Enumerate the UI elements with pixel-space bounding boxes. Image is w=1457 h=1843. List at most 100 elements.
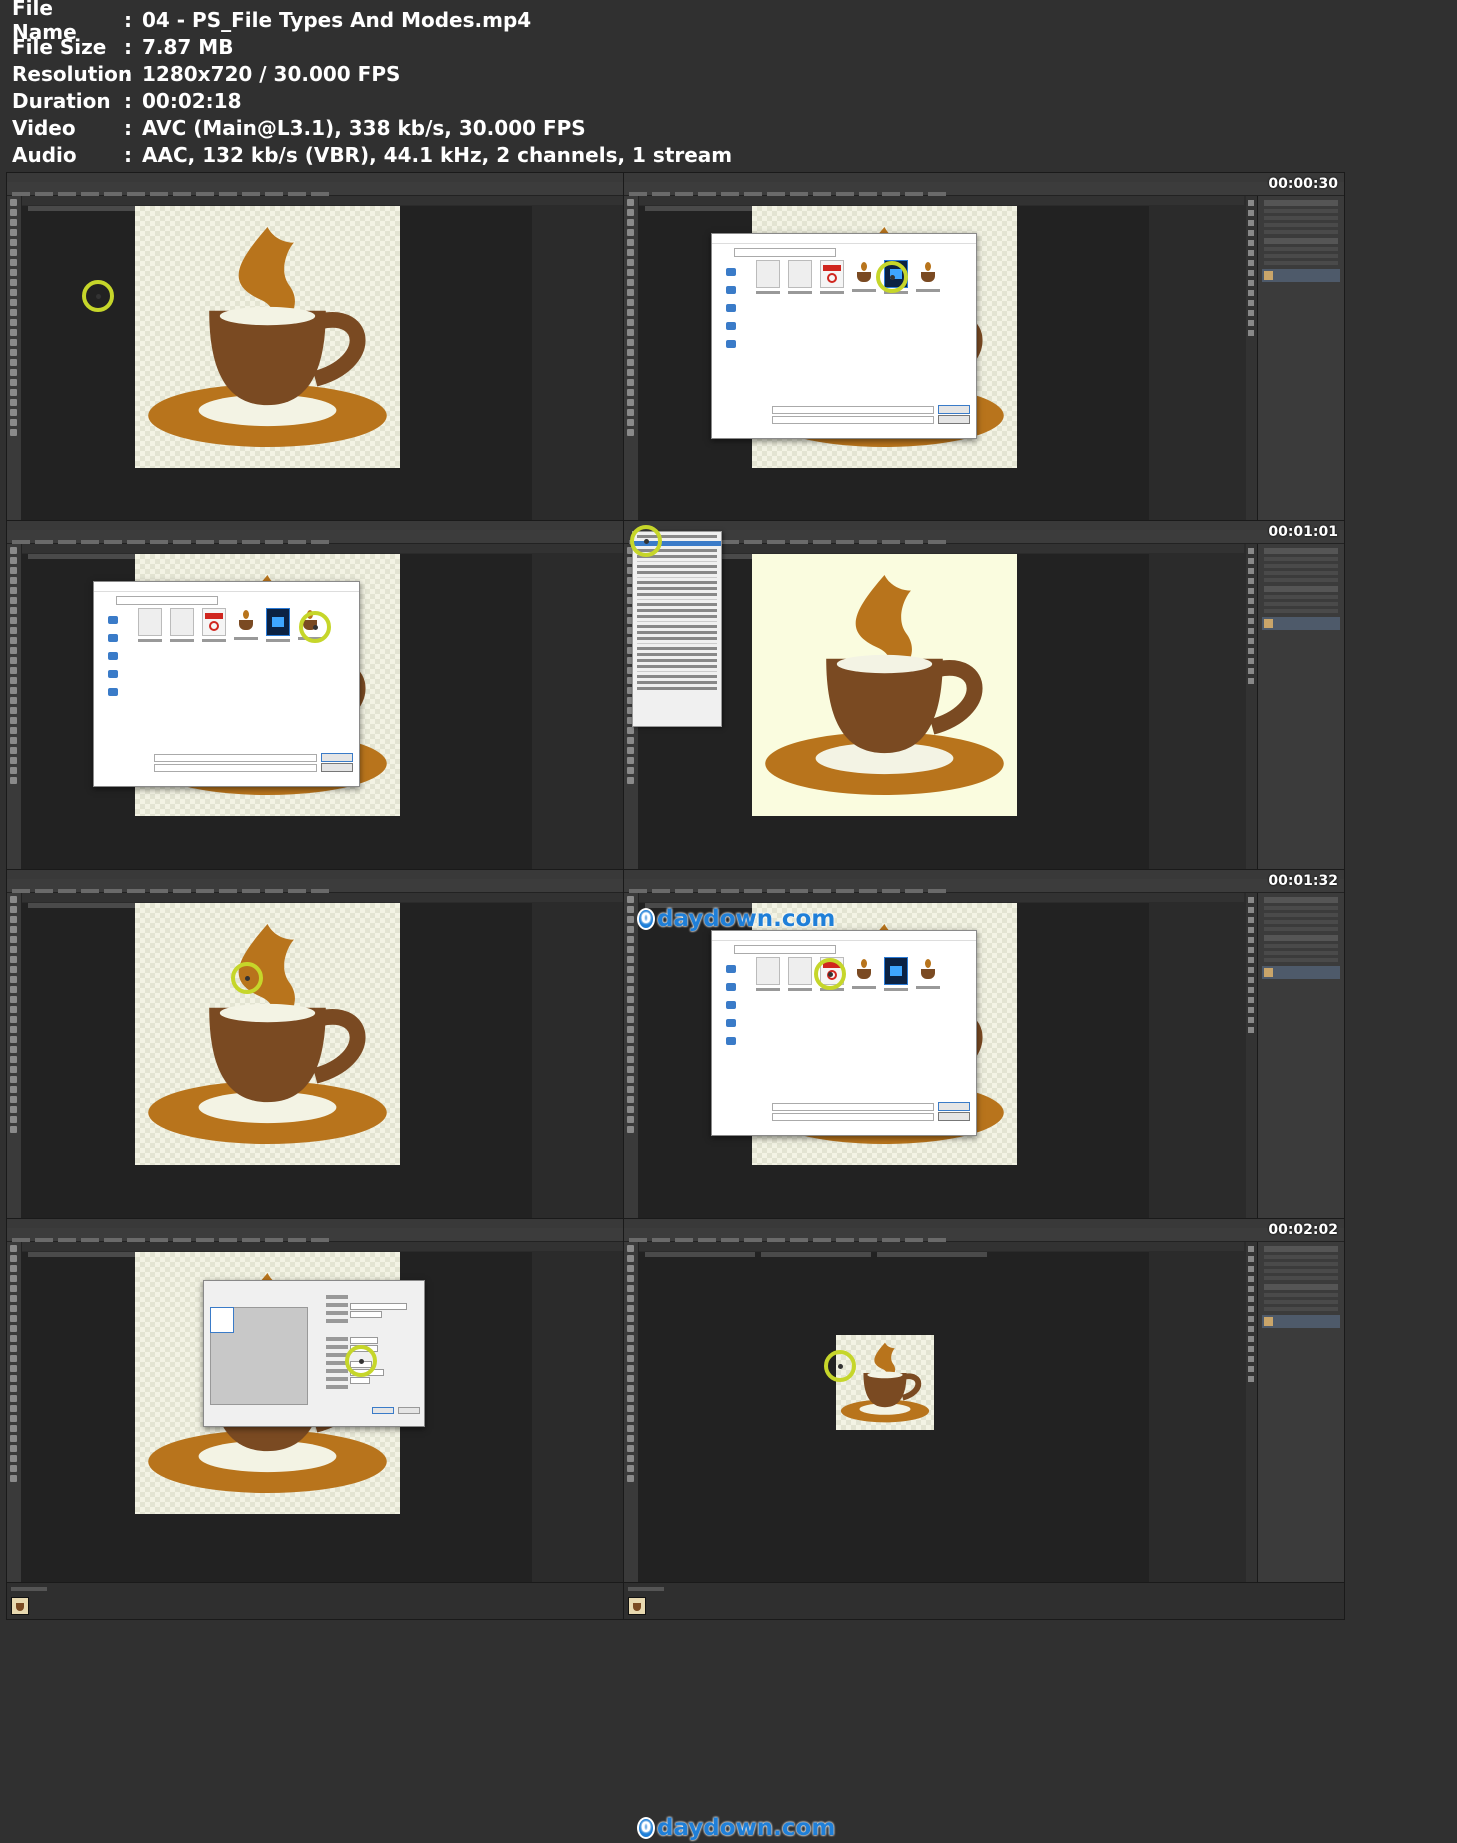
layer-row[interactable] — [1262, 617, 1340, 630]
cancel-button[interactable] — [938, 415, 970, 424]
file-item[interactable] — [232, 608, 260, 640]
file-item[interactable] — [264, 608, 292, 642]
ps-tools-panel[interactable] — [7, 544, 22, 884]
ps-right-panels[interactable] — [1246, 196, 1344, 536]
file-item[interactable] — [914, 957, 942, 989]
places-sidebar[interactable] — [96, 606, 130, 746]
ps-options-bar[interactable] — [624, 530, 1344, 545]
ps-document-tabs[interactable] — [22, 893, 627, 908]
look-in-dropdown[interactable] — [116, 596, 218, 605]
ps-tools-panel[interactable] — [7, 196, 22, 536]
ps-tools-panel[interactable] — [7, 893, 22, 1233]
file-list[interactable] — [752, 955, 970, 1095]
coffee-cup-icon — [853, 260, 875, 286]
ps-options-bar[interactable] — [7, 879, 727, 894]
ps-menubar[interactable] — [624, 521, 1344, 536]
file-item[interactable] — [136, 608, 164, 642]
file-item[interactable] — [850, 957, 878, 989]
ps-menubar[interactable] — [7, 870, 727, 885]
ps-tools-panel[interactable] — [624, 893, 639, 1233]
artboard-coffee-cup[interactable] — [752, 554, 1017, 816]
coffee-cup-icon — [235, 608, 257, 634]
file-item[interactable] — [786, 260, 814, 294]
file-menu-dropdown[interactable] — [632, 531, 722, 727]
file-name-field[interactable] — [772, 1103, 934, 1111]
ps-document-tabs[interactable] — [22, 544, 627, 559]
file-name-field[interactable] — [154, 754, 317, 762]
open-file-dialog[interactable] — [711, 930, 977, 1136]
ps-document-tabs[interactable] — [22, 1242, 627, 1257]
import-pdf-dialog[interactable] — [203, 1280, 425, 1427]
file-name-field[interactable] — [772, 406, 934, 414]
open-button[interactable] — [938, 405, 970, 414]
artboard-coffee-cup[interactable] — [836, 1335, 934, 1430]
file-item[interactable] — [200, 608, 228, 642]
ps-options-bar[interactable] — [7, 1228, 727, 1243]
ps-right-panels[interactable] — [1246, 893, 1344, 1233]
file-type-dropdown[interactable] — [772, 416, 934, 424]
video-frame-thumbnail: 00:02:02 — [623, 1218, 1345, 1620]
open-file-dialog[interactable] — [711, 233, 977, 439]
document-file-icon — [138, 608, 162, 636]
cancel-button[interactable] — [938, 1112, 970, 1121]
file-item[interactable] — [850, 260, 878, 292]
artboard-coffee-cup[interactable] — [135, 903, 400, 1165]
pdf-file-icon — [202, 608, 226, 636]
ps-options-bar[interactable] — [624, 1228, 1344, 1243]
open-button[interactable] — [321, 753, 353, 762]
width-field[interactable] — [350, 1337, 378, 1344]
coffee-cup-icon[interactable] — [210, 1307, 234, 1333]
ps-tools-panel[interactable] — [624, 196, 639, 536]
video-frame-thumbnail: 00:00:15 — [6, 172, 728, 574]
file-type-dropdown[interactable] — [772, 1113, 934, 1121]
name-field[interactable] — [350, 1303, 407, 1310]
ps-menubar[interactable] — [624, 173, 1344, 188]
open-button[interactable] — [938, 1102, 970, 1111]
layer-row[interactable] — [1262, 1315, 1340, 1328]
info-separator: : — [124, 142, 132, 167]
ps-document-tabs[interactable] — [639, 544, 1244, 559]
ps-menubar[interactable] — [624, 1219, 1344, 1234]
layer-row[interactable] — [1262, 269, 1340, 282]
ps-menubar[interactable] — [7, 521, 727, 536]
ps-document-tabs[interactable] — [639, 196, 1244, 211]
file-item[interactable] — [754, 957, 782, 991]
file-item[interactable] — [914, 260, 942, 292]
file-item[interactable] — [168, 608, 196, 642]
cancel-button[interactable] — [321, 763, 353, 772]
look-in-dropdown[interactable] — [734, 248, 836, 257]
ps-options-bar[interactable] — [624, 182, 1344, 197]
ps-document-tabs[interactable] — [639, 893, 1244, 908]
ps-menubar[interactable] — [7, 173, 727, 188]
places-sidebar[interactable] — [714, 955, 748, 1095]
cursor-highlight-icon — [630, 525, 662, 557]
crop-to-dropdown[interactable] — [350, 1311, 382, 1318]
places-sidebar[interactable] — [714, 258, 748, 398]
ok-button[interactable] — [372, 1407, 394, 1414]
ps-tools-panel[interactable] — [624, 1242, 639, 1582]
ps-menubar[interactable] — [7, 1219, 727, 1234]
layer-row[interactable] — [1262, 966, 1340, 979]
file-item[interactable] — [818, 260, 846, 294]
file-item[interactable] — [882, 957, 910, 991]
coffee-cup-icon — [853, 957, 875, 983]
bit-depth-dropdown[interactable] — [350, 1377, 370, 1384]
artboard-coffee-cup[interactable] — [135, 206, 400, 468]
ps-right-panels[interactable] — [1246, 1242, 1344, 1582]
cursor-highlight-icon — [345, 1345, 377, 1377]
ps-document-tabs[interactable] — [639, 1242, 1244, 1257]
info-label: Resolution — [12, 61, 133, 86]
file-type-dropdown[interactable] — [154, 764, 317, 772]
file-list[interactable] — [752, 258, 970, 398]
ps-options-bar[interactable] — [624, 879, 1344, 894]
file-item[interactable] — [754, 260, 782, 294]
cancel-button[interactable] — [398, 1407, 420, 1414]
ps-right-panels[interactable] — [1246, 544, 1344, 884]
ps-tools-panel[interactable] — [7, 1242, 22, 1582]
look-in-dropdown[interactable] — [734, 945, 836, 954]
ps-options-bar[interactable] — [7, 182, 727, 197]
ps-document-tabs[interactable] — [22, 196, 627, 211]
ps-options-bar[interactable] — [7, 530, 727, 545]
ps-menubar[interactable] — [624, 870, 1344, 885]
file-item[interactable] — [786, 957, 814, 991]
